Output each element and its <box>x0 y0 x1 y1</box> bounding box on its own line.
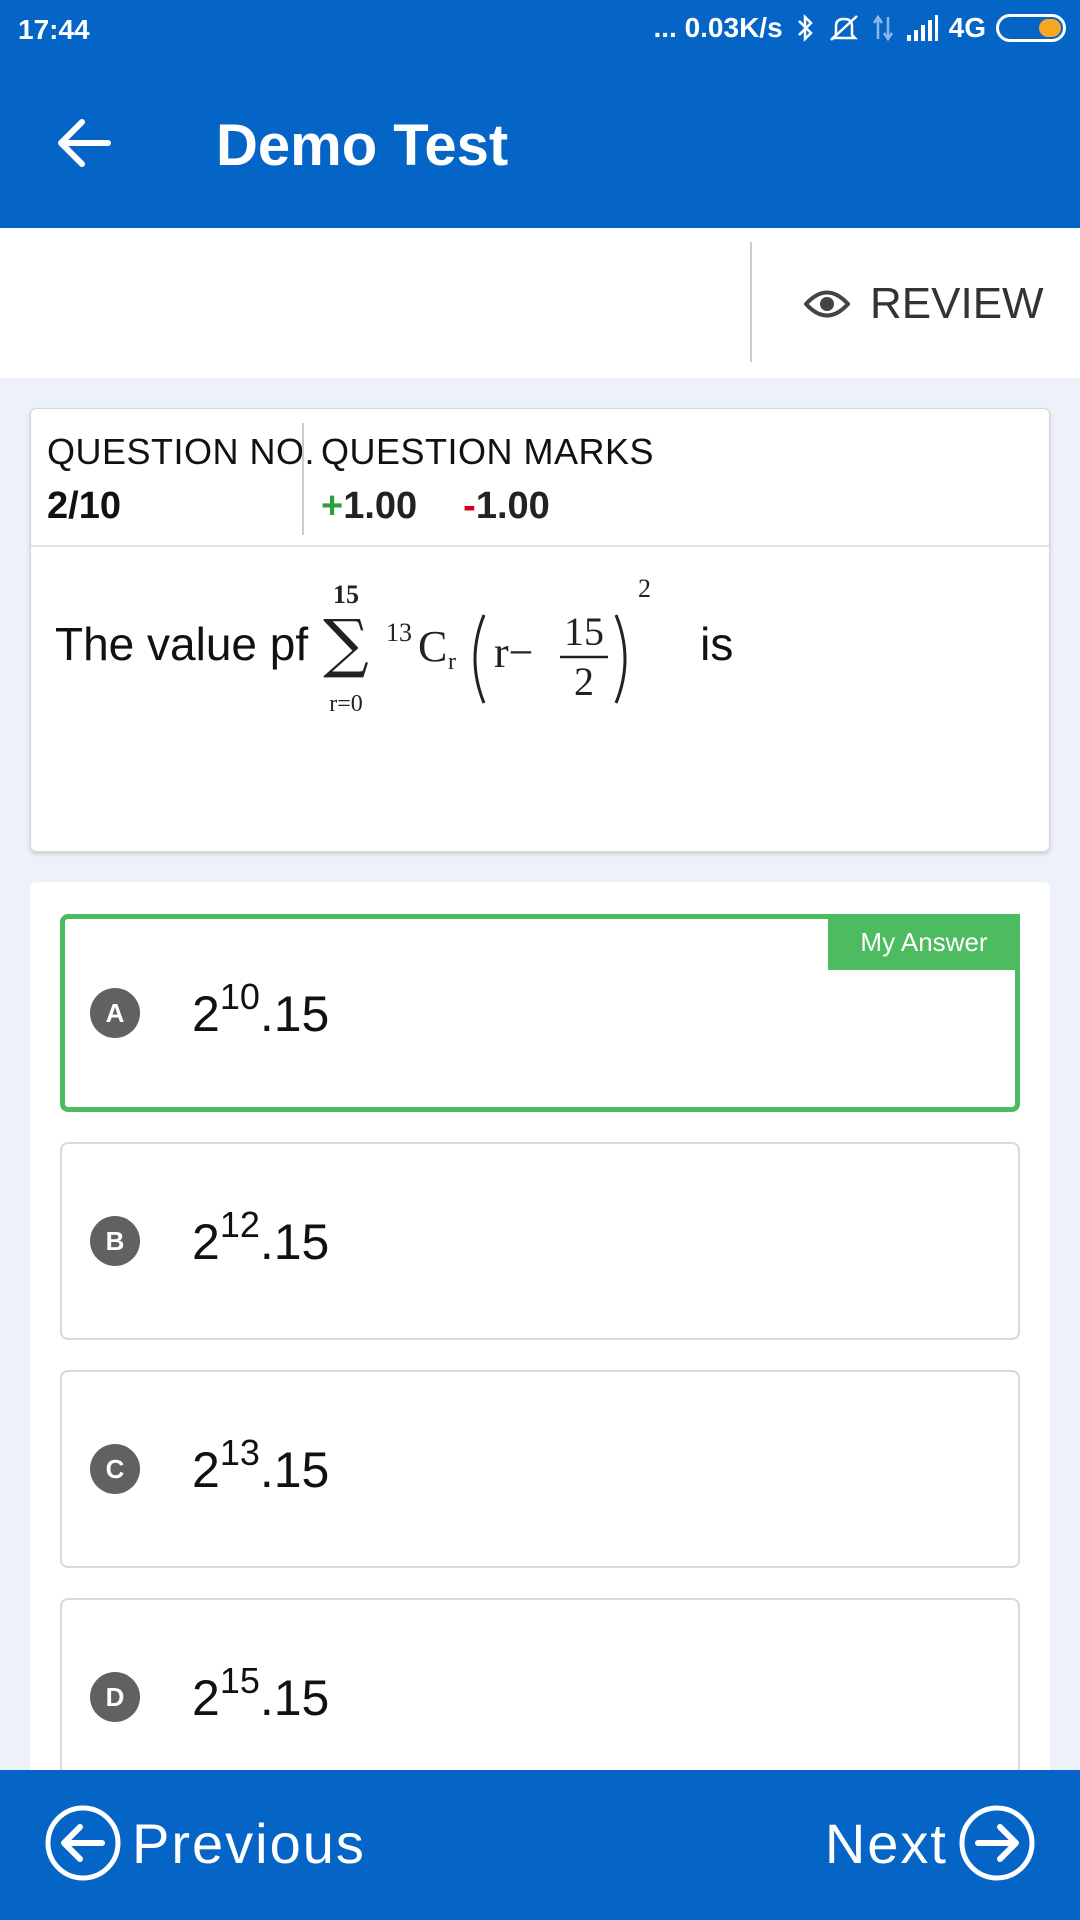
negative-marks: -1.00 <box>463 485 550 527</box>
option-badge: C <box>90 1444 140 1494</box>
status-time: 17:44 <box>18 14 90 45</box>
network-type: 4G <box>948 12 986 43</box>
header-divider <box>302 423 304 535</box>
next-button[interactable]: Next <box>825 1804 1036 1882</box>
option-text: 212.15 <box>192 1204 330 1270</box>
positive-marks-value: 1.00 <box>343 485 418 527</box>
question-text-before: The value pf <box>55 618 309 670</box>
app-bar: Demo Test <box>0 60 1080 228</box>
power: 2 <box>638 574 651 603</box>
question-marks-label: QUESTION MARKS <box>321 431 655 472</box>
toolbar-divider <box>750 242 752 362</box>
arrow-right-circle-icon <box>959 1805 1035 1881</box>
battery-icon <box>996 14 1066 42</box>
arrow-left-circle-icon <box>45 1805 121 1881</box>
review-button[interactable]: REVIEW <box>804 276 1044 332</box>
option-badge: A <box>90 988 140 1038</box>
question-header: QUESTION NO. 2/10 QUESTION MARKS +1.00 -… <box>31 409 1049 547</box>
option-a[interactable]: A 210.15 My Answer <box>60 914 1020 1112</box>
network-speed: ... 0.03K/s <box>653 12 783 43</box>
marks-values: +1.00 -1.00 <box>321 485 654 528</box>
option-c[interactable]: C 213.15 <box>60 1370 1020 1568</box>
option-d[interactable]: D 215.15 <box>60 1598 1020 1796</box>
inner-term: r− <box>494 628 533 677</box>
data-arrows-icon <box>872 14 893 42</box>
positive-marks: +1.00 <box>321 485 418 527</box>
question-text-after: is <box>700 618 734 670</box>
question-no-label: QUESTION NO. <box>47 431 316 472</box>
status-bar: 17:44 ... 0.03K/s 4G <box>0 0 1080 60</box>
page-title: Demo Test <box>216 113 509 178</box>
option-text: 213.15 <box>192 1432 330 1498</box>
question-text: The value pf 15 ∑ r=0 13 C r r− 15 2 2 i… <box>55 569 733 719</box>
binom-c: C <box>418 622 447 671</box>
frac-den: 2 <box>574 659 594 704</box>
options-panel: A 210.15 My Answer B 212.15 C 213.15 D 2… <box>30 882 1050 1796</box>
option-badge: D <box>90 1672 140 1722</box>
negative-marks-value: 1.00 <box>475 485 550 527</box>
frac-num: 15 <box>564 609 604 654</box>
mute-icon <box>829 15 858 41</box>
binom-n: 13 <box>386 618 412 647</box>
sigma-symbol: ∑ <box>323 607 369 681</box>
question-toolbar: REVIEW <box>0 228 1080 378</box>
right-paren <box>614 614 627 704</box>
previous-label: Previous <box>132 1811 366 1875</box>
my-answer-tag: My Answer <box>828 914 1020 970</box>
question-marks: QUESTION MARKS +1.00 -1.00 <box>321 431 654 528</box>
sum-lower: r=0 <box>329 691 363 717</box>
math-formula: 15 ∑ r=0 13 C r r− 15 2 2 <box>323 574 651 717</box>
option-text: 215.15 <box>192 1660 330 1726</box>
previous-button[interactable]: Previous <box>44 1804 366 1882</box>
question-card: QUESTION NO. 2/10 QUESTION MARKS +1.00 -… <box>30 408 1050 852</box>
bottom-nav: Previous Next <box>0 1770 1080 1920</box>
arrow-left-icon[interactable] <box>50 108 120 178</box>
review-label: REVIEW <box>870 279 1044 328</box>
status-icons: ... 0.03K/s 4G <box>653 12 1066 44</box>
left-paren <box>473 614 486 704</box>
question-number: QUESTION NO. 2/10 <box>47 431 315 528</box>
option-text: 210.15 <box>192 976 330 1042</box>
next-label: Next <box>824 1811 948 1875</box>
signal-icon <box>906 15 938 41</box>
eye-icon <box>804 290 850 318</box>
question-no-value: 2/10 <box>47 485 121 527</box>
option-b[interactable]: B 212.15 <box>60 1142 1020 1340</box>
sum-upper: 15 <box>333 580 359 609</box>
option-badge: B <box>90 1216 140 1266</box>
bluetooth-icon <box>797 13 813 43</box>
binom-r: r <box>448 649 456 675</box>
